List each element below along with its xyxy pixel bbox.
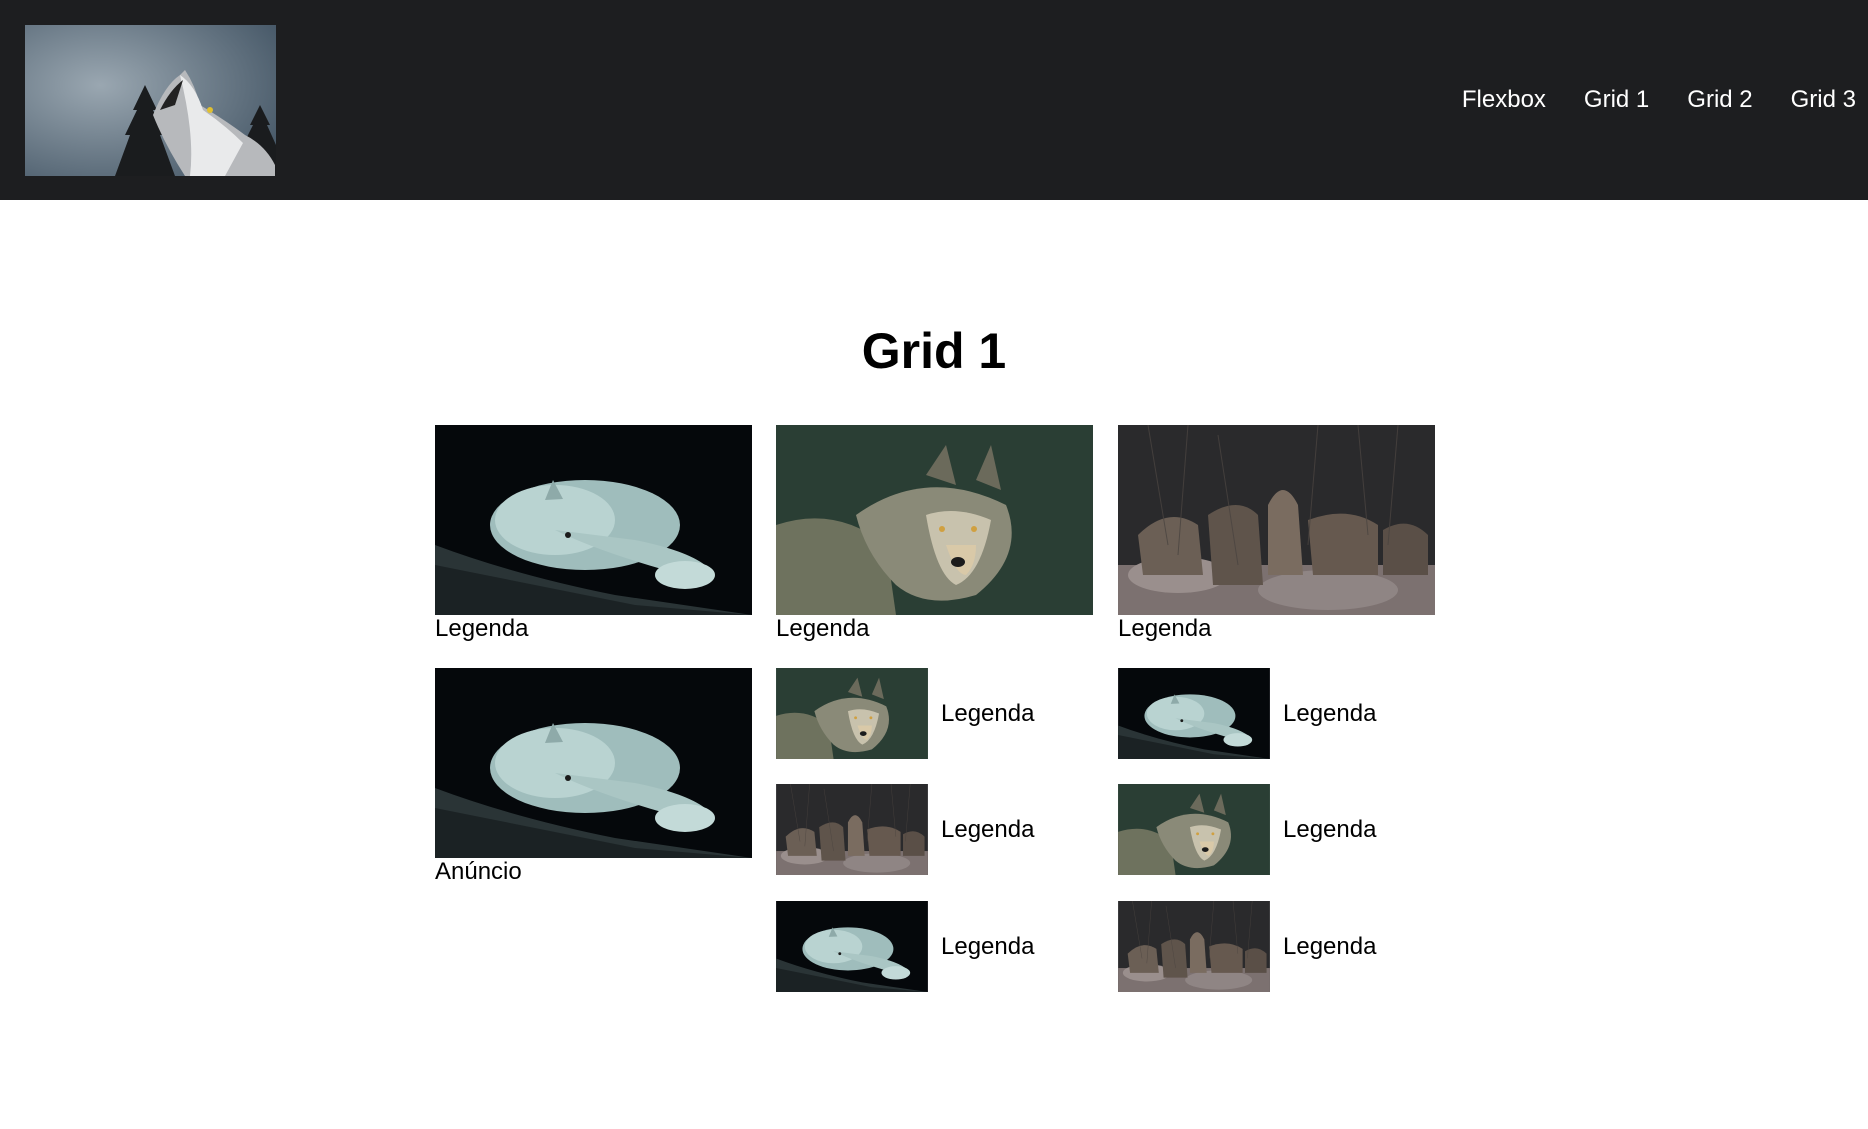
list-item[interactable]: Legenda — [1118, 784, 1376, 875]
wolf-pack-image — [1118, 425, 1435, 615]
featured-card[interactable]: Legenda — [776, 425, 1093, 643]
howling-wolf-logo[interactable] — [25, 24, 276, 176]
featured-card[interactable]: Legenda — [1118, 425, 1435, 643]
main-nav: Flexbox Grid 1 Grid 2 Grid 3 — [1462, 86, 1856, 114]
nav-grid-1[interactable]: Grid 1 — [1584, 86, 1649, 114]
grey-wolf-thumb — [776, 668, 928, 759]
featured-caption: Legenda — [1118, 615, 1212, 642]
list-item[interactable]: Legenda — [1118, 901, 1376, 992]
wolf-pack-thumb — [1118, 901, 1270, 992]
page-title: Grid 1 — [861, 323, 1007, 379]
list-caption: Legenda — [1283, 932, 1377, 960]
nav-grid-2[interactable]: Grid 2 — [1687, 86, 1752, 114]
site-header: Flexbox Grid 1 Grid 2 Grid 3 — [0, 0, 1868, 200]
ad-card[interactable]: Anúncio — [435, 668, 752, 886]
list-item[interactable]: Legenda — [776, 784, 1034, 875]
list-caption: Legenda — [1283, 699, 1377, 727]
list-caption: Legenda — [1283, 815, 1377, 843]
list-caption: Legenda — [941, 932, 1035, 960]
wolf-pack-thumb — [776, 784, 928, 875]
list-caption: Legenda — [941, 815, 1035, 843]
grey-wolf-image — [776, 425, 1093, 615]
nav-grid-3[interactable]: Grid 3 — [1791, 86, 1856, 114]
grey-wolf-thumb — [1118, 784, 1270, 875]
white-wolf-image — [435, 425, 752, 615]
list-item[interactable]: Legenda — [776, 901, 1034, 992]
list-caption: Legenda — [941, 699, 1035, 727]
white-wolf-image — [435, 668, 752, 858]
featured-card[interactable]: Legenda — [435, 425, 752, 643]
featured-caption: Legenda — [435, 615, 529, 642]
featured-caption: Legenda — [776, 615, 870, 642]
white-wolf-thumb — [776, 901, 928, 992]
white-wolf-thumb — [1118, 668, 1270, 759]
list-item[interactable]: Legenda — [776, 668, 1034, 759]
nav-flexbox[interactable]: Flexbox — [1462, 86, 1546, 114]
list-item[interactable]: Legenda — [1118, 668, 1376, 759]
ad-caption: Anúncio — [435, 858, 522, 885]
